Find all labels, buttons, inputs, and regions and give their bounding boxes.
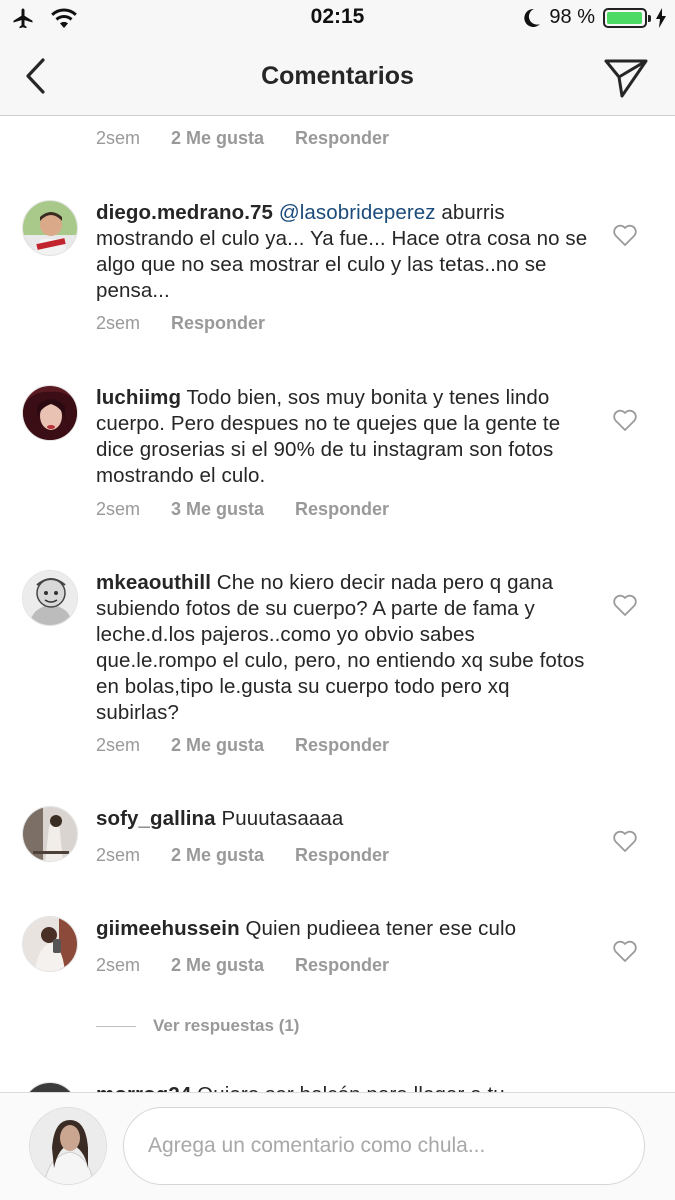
comment-time: 2sem	[96, 128, 141, 148]
paper-plane-icon[interactable]	[603, 54, 649, 100]
status-bar: 02:15 98 %	[0, 0, 675, 38]
view-replies-label: Ver respuestas (1)	[153, 1016, 300, 1035]
heart-icon[interactable]	[612, 829, 638, 853]
comment-username[interactable]: mkeaouthill	[96, 571, 211, 594]
comment-likes[interactable]: 2 Me gusta	[171, 845, 264, 866]
battery-fill	[607, 11, 643, 24]
charging-bolt-icon	[656, 7, 666, 28]
comment-text: Quiero ser balcón para llegar a tu	[191, 1083, 505, 1092]
comment-body: diego.medrano.75 @lasobrideperez aburris…	[96, 200, 596, 304]
comment-mention[interactable]: @lasobrideperez	[279, 201, 436, 224]
comment-text: Puuutasaaaa	[215, 807, 344, 830]
comment-time: 2sem	[96, 955, 141, 975]
avatar[interactable]	[22, 1082, 78, 1092]
reply-button[interactable]: Responder	[295, 955, 389, 976]
reply-button[interactable]: Responder	[295, 735, 389, 756]
comment-body: luchiimg Todo bien, sos muy bonita y ten…	[96, 385, 596, 489]
comment-username[interactable]: sofy_gallina	[96, 807, 216, 830]
comment-text: Quien pudieea tener ese culo	[239, 917, 517, 940]
avatar[interactable]	[22, 385, 78, 441]
avatar[interactable]	[22, 806, 78, 862]
comment-likes[interactable]: 3 Me gusta	[171, 499, 264, 520]
comment-likes[interactable]: 2 Me gusta	[171, 128, 264, 149]
moon-icon	[524, 8, 541, 27]
comment-meta: 2sem 2 Me gusta Responder	[96, 735, 389, 756]
comment-username[interactable]: giimeehussein	[96, 917, 240, 940]
nav-bar: Comentarios	[0, 38, 675, 116]
battery-percent: 98 %	[549, 6, 595, 28]
comment-meta: 2sem Responder	[96, 313, 265, 334]
comment-body: morrog24 Quiero ser balcón para llegar a…	[96, 1082, 596, 1092]
comment-username[interactable]: diego.medrano.75	[96, 201, 273, 224]
comment-likes[interactable]: 2 Me gusta	[171, 735, 264, 756]
view-replies-button[interactable]: Ver respuestas (1)	[96, 1016, 299, 1036]
my-avatar	[29, 1107, 107, 1185]
comment-meta: 2sem 2 Me gusta Responder	[96, 955, 389, 976]
comment-username[interactable]: luchiimg	[96, 386, 181, 409]
comment-time: 2sem	[96, 735, 141, 755]
comment-item-partial: morrog24 Quiero ser balcón para llegar a…	[0, 1076, 675, 1092]
comment-likes[interactable]: 2 Me gusta	[171, 955, 264, 976]
reply-button[interactable]: Responder	[295, 499, 389, 520]
battery-icon	[603, 7, 651, 28]
comment-body: sofy_gallina Puuutasaaaa	[96, 806, 596, 832]
comment-time: 2sem	[96, 499, 141, 519]
comment-meta: 2sem 2 Me gusta Responder	[96, 845, 389, 866]
page-title: Comentarios	[261, 62, 414, 90]
comment-meta: 2sem 2 Me gusta Responder	[96, 128, 389, 149]
heart-icon[interactable]	[612, 593, 638, 617]
comment-composer	[0, 1092, 675, 1200]
comment-body: giimeehussein Quien pudieea tener ese cu…	[96, 916, 596, 942]
heart-icon[interactable]	[612, 223, 638, 247]
comment-body: mkeaouthill Che no kiero decir nada pero…	[96, 570, 596, 726]
avatar[interactable]	[22, 570, 78, 626]
comment-username[interactable]: morrog24	[96, 1083, 191, 1092]
heart-icon[interactable]	[612, 408, 638, 432]
comment-time: 2sem	[96, 845, 141, 865]
heart-icon[interactable]	[612, 939, 638, 963]
reply-button[interactable]: Responder	[295, 128, 389, 149]
avatar[interactable]	[22, 200, 78, 256]
comment-time: 2sem	[96, 313, 141, 333]
reply-button[interactable]: Responder	[171, 313, 265, 334]
comment-input[interactable]	[123, 1107, 645, 1185]
reply-button[interactable]: Responder	[295, 845, 389, 866]
comment-meta: 2sem 3 Me gusta Responder	[96, 499, 389, 520]
avatar[interactable]	[22, 916, 78, 972]
replies-divider	[96, 1025, 136, 1027]
